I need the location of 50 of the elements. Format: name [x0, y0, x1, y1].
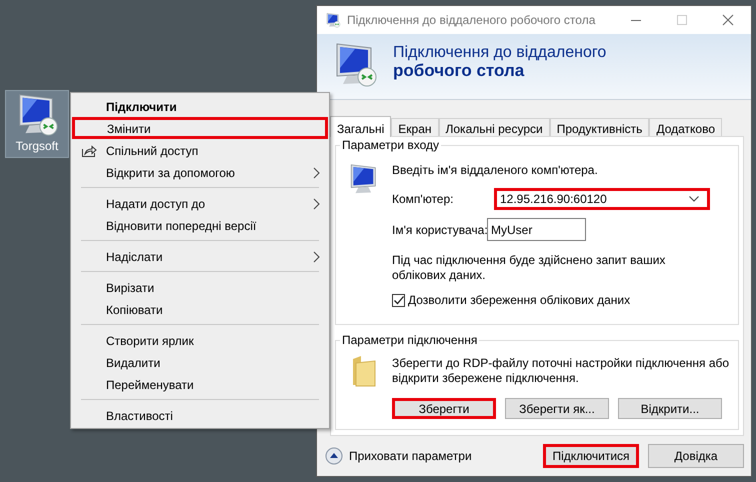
- button[interactable]: Зберегти як...: [505, 398, 609, 419]
- tab[interactable]: Продуктивність: [550, 118, 650, 136]
- menu-item[interactable]: Спільний доступ: [71, 139, 329, 161]
- menu-item[interactable]: Видалити: [71, 351, 329, 373]
- tab[interactable]: Локальні ресурси: [438, 118, 550, 136]
- description-text: Зберегти до RDP-файлу поточні настройки підключення або відкрити збережене підключення.: [392, 356, 730, 386]
- chevron-right-icon: [313, 198, 320, 210]
- shortcut-label: Torgsoft: [16, 139, 58, 153]
- tab[interactable]: Екран: [391, 118, 438, 136]
- menu-item[interactable]: Перейменувати: [71, 373, 329, 395]
- chevron-right-icon: [313, 167, 320, 179]
- button[interactable]: Відкрити...: [618, 398, 722, 419]
- checkbox-label: Дозволити збереження облікових даних: [408, 293, 630, 307]
- tab[interactable]: Додатково: [649, 118, 722, 136]
- maximize-icon: [676, 14, 688, 26]
- button[interactable]: Довідка: [648, 444, 744, 468]
- computer-combobox[interactable]: 12.95.216.90:60120: [494, 188, 710, 210]
- menu-item[interactable]: Змінити: [72, 117, 328, 139]
- menu-item[interactable]: Властивості: [71, 404, 329, 426]
- desktop-shortcut[interactable]: Torgsoft: [5, 90, 69, 158]
- field-label: Комп'ютер:: [392, 192, 454, 206]
- hide-options-toggle[interactable]: Приховати параметри: [325, 447, 534, 465]
- menu-item[interactable]: Відкрити за допомогою: [71, 161, 329, 183]
- username-field[interactable]: MyUser: [487, 218, 586, 241]
- checkbox[interactable]: [392, 294, 405, 306]
- tab[interactable]: Загальні: [330, 116, 392, 137]
- menu-item[interactable]: Надати доступ до: [71, 192, 329, 214]
- button[interactable]: Зберегти: [392, 398, 496, 419]
- close-icon: [722, 14, 734, 26]
- menu-item[interactable]: Копіювати: [71, 298, 329, 320]
- group-title: Параметри підключення: [340, 333, 480, 347]
- share-icon: [81, 144, 97, 158]
- menu-item[interactable]: Підключити: [71, 95, 329, 117]
- menu-item[interactable]: Створити ярлик: [71, 329, 329, 351]
- note-text: Під час підключення буде здійснено запит ваших облікових даних.: [392, 253, 666, 283]
- menu-item[interactable]: Відновити попередні версії: [71, 214, 329, 236]
- prompt-text: Введіть ім'я віддаленого комп'ютера.: [392, 163, 599, 178]
- dropdown-icon: [689, 196, 699, 202]
- header-title: Підключення до віддаленого: [393, 44, 606, 62]
- header-title: робочого стола: [393, 62, 526, 80]
- collapse-icon: [325, 447, 343, 465]
- menu-item[interactable]: Надіслати: [71, 245, 329, 267]
- folder-icon: [351, 355, 377, 387]
- menu-item[interactable]: Вирізати: [71, 276, 329, 298]
- group-title: Параметри входу: [340, 138, 442, 152]
- app-icon: [325, 12, 341, 28]
- button[interactable]: Підключитися: [543, 444, 639, 468]
- chevron-right-icon: [313, 251, 320, 263]
- field-label: Ім'я користувача:: [392, 222, 487, 236]
- window-title: Підключення до віддаленого робочого стола: [347, 13, 596, 27]
